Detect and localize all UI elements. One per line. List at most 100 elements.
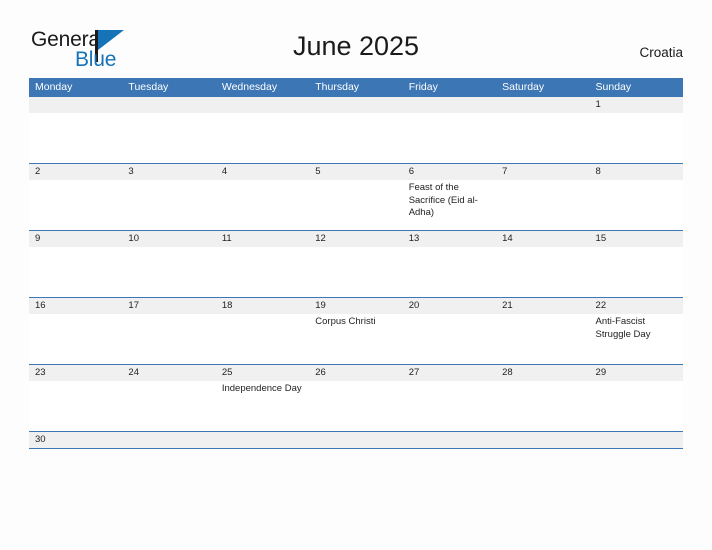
holiday-event-label: Independence Day: [221, 383, 302, 394]
calendar-day-cell-empty: [590, 432, 683, 448]
calendar-grid: Monday Tuesday Wednesday Thursday Friday Satu…: [29, 78, 683, 449]
calendar-day-cell[interactable]: 28: [496, 365, 589, 431]
holiday-event-label: Feast of the Sacrifice (Eid al-Adha): [408, 182, 478, 218]
day-number: 23: [35, 367, 46, 378]
day-number: 13: [408, 233, 420, 244]
calendar-day-cell[interactable]: 5: [309, 164, 402, 230]
calendar-day-cell-empty: [403, 432, 496, 448]
calendar-day-cell[interactable]: 29: [590, 365, 683, 431]
day-number: 25: [221, 367, 233, 378]
day-number: 30: [35, 434, 46, 445]
holiday-event-label: Anti-Fascist Struggle Day: [595, 316, 651, 340]
day-number: 5: [315, 166, 321, 177]
day-header-tuesday: Tuesday: [128, 81, 169, 93]
day-number: 7: [502, 166, 508, 177]
calendar-day-cell[interactable]: 20: [403, 298, 496, 364]
calendar-day-cell[interactable]: 22 Anti-Fascist Struggle Day: [590, 298, 683, 364]
day-events: Feast of the Sacrifice (Eid al-Adha): [409, 180, 492, 220]
page-title: June 2025: [292, 31, 420, 61]
calendar-week-row: 2 3 4 5 6 Feast of the Sacrifice (Eid al-Adha…: [29, 164, 683, 231]
calendar-day-cell-empty: [403, 97, 496, 163]
calendar-day-cell[interactable]: 7: [496, 164, 589, 230]
calendar-day-cell[interactable]: 9: [29, 231, 122, 297]
holiday-event-label: Corpus Christi: [315, 316, 376, 327]
day-number: 4: [221, 166, 228, 177]
day-number: 9: [35, 233, 41, 244]
calendar-week-row: 16 17 18 19 Corpus Christi 20 21 22 Anti-Fascist…: [29, 298, 683, 365]
calendar-day-cell[interactable]: 25 Independence Day: [216, 365, 309, 431]
calendar-week-row: 23 24 25 Independence Day 26 27 28 29: [29, 365, 683, 432]
day-number: 16: [35, 300, 46, 311]
day-header-sunday: Sunday: [595, 81, 632, 93]
calendar-day-cell[interactable]: 6 Feast of the Sacrifice (Eid al-Adha): [403, 164, 496, 230]
calendar-weeks: 1 2 3 4 5 6 Feast of the Sacrifice (Eid al-Adh…: [29, 97, 683, 449]
calendar-day-cell[interactable]: 12: [309, 231, 402, 297]
day-number: 27: [408, 367, 420, 378]
calendar-day-cell[interactable]: 24: [122, 365, 215, 431]
day-events: Independence Day: [222, 381, 305, 396]
day-number: 24: [128, 367, 139, 378]
calendar-day-cell[interactable]: 26: [309, 365, 402, 431]
calendar-day-cell[interactable]: 19 Corpus Christi: [309, 298, 402, 364]
calendar-day-cell[interactable]: 8: [590, 164, 683, 230]
calendar-day-cell[interactable]: 21: [496, 298, 589, 364]
calendar-day-cell[interactable]: 10: [122, 231, 215, 297]
day-events: Corpus Christi: [315, 314, 398, 329]
country-label: Croatia: [639, 45, 683, 60]
calendar-day-cell-empty: [309, 432, 402, 448]
day-header-monday: Monday: [35, 81, 73, 93]
day-number: 22: [595, 300, 607, 311]
calendar-day-cell[interactable]: 11: [216, 231, 309, 297]
day-number: 6: [408, 166, 414, 177]
calendar-day-cell-empty: [29, 97, 122, 163]
day-events: Anti-Fascist Struggle Day: [596, 314, 679, 341]
day-number: 26: [315, 367, 326, 378]
calendar-day-cell-empty: [122, 97, 215, 163]
day-number: 17: [128, 300, 139, 311]
calendar-day-cell-empty: [216, 432, 309, 448]
calendar-day-cell[interactable]: 3: [122, 164, 215, 230]
calendar-day-cell[interactable]: 15: [590, 231, 683, 297]
calendar-day-cell-empty: [309, 97, 402, 163]
day-header-saturday: Saturday: [502, 81, 545, 93]
day-number: 11: [221, 233, 232, 244]
calendar-day-cell-empty: [496, 432, 589, 448]
calendar-day-cell-empty: [216, 97, 309, 163]
calendar-day-cell[interactable]: 27: [403, 365, 496, 431]
calendar-day-cell-empty: [496, 97, 589, 163]
day-number: 29: [595, 367, 607, 378]
calendar-day-cell[interactable]: 30: [29, 432, 122, 448]
calendar-day-cell[interactable]: 4: [216, 164, 309, 230]
day-header-friday: Friday: [408, 81, 438, 93]
day-number: 20: [408, 300, 420, 311]
day-number: 15: [595, 233, 607, 244]
calendar-day-cell[interactable]: 14: [496, 231, 589, 297]
day-number: 21: [502, 300, 513, 311]
calendar-week-row: 1: [29, 97, 683, 164]
calendar-day-cell[interactable]: 13: [403, 231, 496, 297]
calendar-page: General Blue June 2025 Croatia Monday Tue…: [0, 0, 712, 550]
day-number: 14: [502, 233, 513, 244]
calendar-week-row: 30: [29, 432, 683, 449]
day-number: 8: [595, 166, 601, 177]
day-number: 10: [128, 233, 139, 244]
calendar-day-cell-empty: [122, 432, 215, 448]
day-number: 19: [315, 300, 326, 311]
calendar-day-cell[interactable]: 1: [590, 97, 683, 163]
day-header-wednesday: Wednesday: [221, 81, 278, 93]
day-number: 3: [128, 166, 134, 177]
calendar-week-row: 9 10 11 12 13 14 15: [29, 231, 683, 298]
day-number: 18: [221, 300, 233, 311]
calendar-day-cell[interactable]: 2: [29, 164, 122, 230]
day-number: 2: [35, 166, 41, 177]
day-number: 28: [502, 367, 513, 378]
calendar-day-cell[interactable]: 23: [29, 365, 122, 431]
calendar-day-cell[interactable]: 17: [122, 298, 215, 364]
day-of-week-header-row: Monday Tuesday Wednesday Thursday Friday Satu…: [29, 78, 683, 97]
day-number: 12: [315, 233, 326, 244]
page-header: General Blue June 2025 Croatia: [0, 0, 712, 78]
day-header-thursday: Thursday: [315, 81, 360, 93]
calendar-day-cell[interactable]: 16: [29, 298, 122, 364]
day-number: 1: [595, 99, 601, 110]
calendar-day-cell[interactable]: 18: [216, 298, 309, 364]
